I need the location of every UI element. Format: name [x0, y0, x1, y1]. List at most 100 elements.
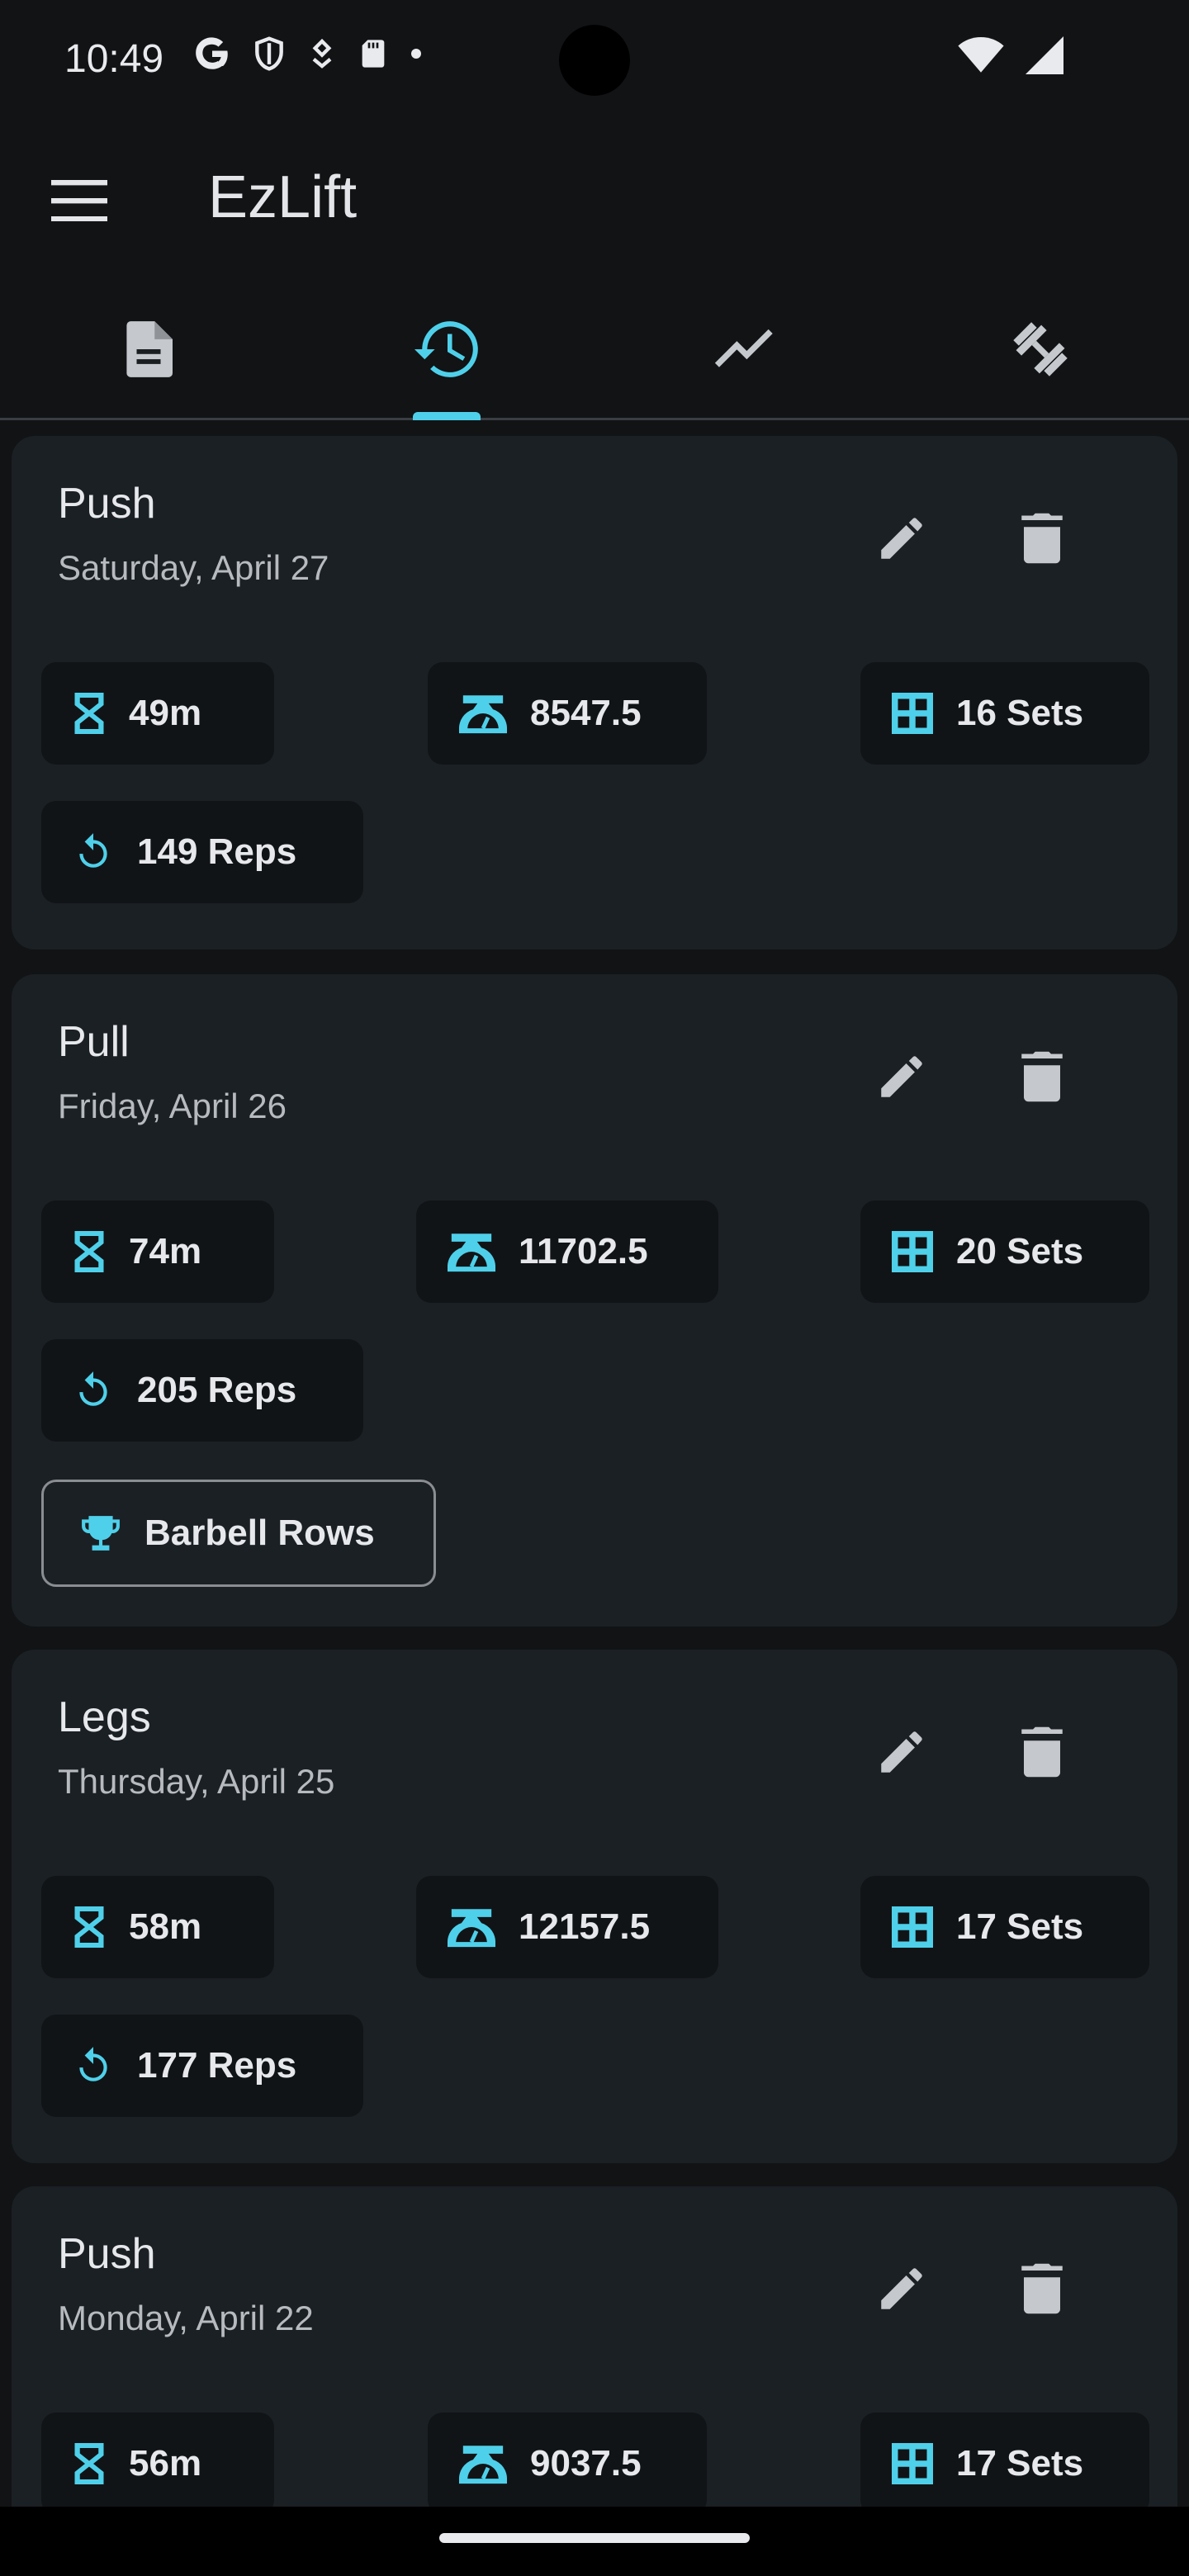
sets-value: 17 Sets [956, 2443, 1084, 2484]
sets-chip: 17 Sets [860, 2413, 1149, 2507]
dot-icon [411, 49, 421, 59]
reps-chip: 177 Reps [41, 2015, 363, 2117]
trash-icon [1021, 1726, 1063, 1778]
workout-title: Pull [58, 1018, 130, 1066]
sets-chip: 16 Sets [860, 662, 1149, 765]
workout-title: Legs [58, 1693, 151, 1741]
duration-value: 74m [129, 1231, 202, 1271]
edit-button[interactable] [865, 1716, 938, 1788]
trash-icon [1021, 2263, 1063, 2314]
personal-record-chip[interactable]: Barbell Rows [41, 1480, 436, 1587]
scale-icon [448, 1909, 495, 1948]
workout-date: Friday, April 26 [58, 1087, 287, 1125]
camera-cutout [559, 25, 630, 96]
delete-button[interactable] [1006, 502, 1078, 575]
tab-templates[interactable] [0, 281, 297, 418]
grid-icon [892, 1906, 933, 1948]
app-title: EzLift [208, 164, 358, 230]
scale-icon [448, 1234, 495, 1272]
scale-icon [459, 2446, 507, 2484]
history-icon [414, 321, 478, 377]
wifi-icon [958, 36, 1004, 73]
hourglass-icon [74, 1906, 104, 1948]
tab-bar [0, 281, 1189, 420]
workout-card[interactable]: Pull Friday, April 26 74m 11702.5 20 Set… [12, 974, 1177, 1627]
workout-title: Push [58, 480, 156, 528]
volume-chip: 9037.5 [428, 2413, 707, 2507]
trash-icon [1021, 1051, 1063, 1102]
reps-chip: 149 Reps [41, 801, 363, 903]
status-bar: 10:49 [0, 0, 1189, 116]
edit-icon [881, 518, 922, 559]
sd-card-icon [362, 40, 385, 68]
personal-record-exercise: Barbell Rows [144, 1513, 375, 1553]
edit-button[interactable] [865, 502, 938, 575]
workout-date: Monday, April 22 [58, 2299, 314, 2337]
scale-icon [459, 695, 507, 734]
chart-icon [715, 329, 773, 367]
hourglass-icon [74, 1231, 104, 1272]
volume-chip: 12157.5 [416, 1876, 718, 1978]
volume-value: 9037.5 [530, 2443, 642, 2484]
workout-date: Saturday, April 27 [58, 548, 329, 587]
app-bar: EzLift [0, 116, 1189, 281]
delete-button[interactable] [1006, 1040, 1078, 1113]
edit-button[interactable] [865, 1040, 938, 1113]
delete-button[interactable] [1006, 2252, 1078, 2325]
sets-value: 16 Sets [956, 693, 1084, 733]
sets-value: 20 Sets [956, 1231, 1084, 1271]
volume-value: 11702.5 [519, 1231, 648, 1271]
sets-chip: 17 Sets [860, 1876, 1149, 1978]
volume-chip: 11702.5 [416, 1200, 718, 1303]
edit-icon [881, 1731, 922, 1773]
volume-chip: 8547.5 [428, 662, 707, 765]
dumbbell-icon [1013, 322, 1068, 376]
hourglass-icon [74, 693, 104, 734]
grid-icon [892, 2443, 933, 2484]
refresh-icon [79, 833, 107, 868]
sets-chip: 20 Sets [860, 1200, 1149, 1303]
shield-icon [255, 36, 283, 71]
home-indicator[interactable] [439, 2533, 750, 2543]
duration-value: 49m [129, 693, 202, 733]
edit-icon [881, 1056, 922, 1097]
duration-chip: 74m [41, 1200, 274, 1303]
workout-card[interactable]: Push Saturday, April 27 49m 8547.5 16 Se… [12, 436, 1177, 949]
refresh-icon [79, 1371, 107, 1406]
reps-value: 205 Reps [137, 1370, 297, 1410]
workout-title: Push [58, 2230, 156, 2278]
sets-value: 17 Sets [956, 1906, 1084, 1947]
document-icon [126, 321, 173, 377]
trophy-icon [82, 1516, 120, 1551]
status-time: 10:49 [64, 37, 164, 81]
notification-icons [192, 33, 424, 74]
hourglass-icon [74, 2443, 104, 2484]
tab-exercises[interactable] [892, 281, 1189, 418]
edit-button[interactable] [865, 2252, 938, 2325]
volume-value: 8547.5 [530, 693, 642, 733]
duration-value: 58m [129, 1906, 202, 1947]
workout-date: Thursday, April 25 [58, 1762, 335, 1801]
duration-value: 56m [129, 2443, 202, 2484]
grid-icon [892, 1231, 933, 1272]
refresh-icon [79, 2047, 107, 2081]
reps-value: 177 Reps [137, 2045, 297, 2086]
workout-card[interactable]: Legs Thursday, April 25 58m 12157.5 17 S… [12, 1650, 1177, 2163]
tab-history[interactable] [299, 281, 596, 418]
reps-value: 149 Reps [137, 831, 297, 872]
duration-chip: 56m [41, 2413, 274, 2507]
workout-card[interactable]: Push Monday, April 22 56m 9037.5 17 Sets [12, 2186, 1177, 2507]
volume-value: 12157.5 [519, 1906, 651, 1947]
location-icon [312, 38, 332, 69]
system-icons [958, 36, 1065, 74]
edit-icon [881, 2268, 922, 2309]
delete-button[interactable] [1006, 1716, 1078, 1788]
google-icon [196, 37, 228, 69]
grid-icon [892, 693, 933, 734]
menu-icon[interactable] [51, 180, 107, 221]
duration-chip: 49m [41, 662, 274, 765]
trash-icon [1021, 513, 1063, 564]
reps-chip: 205 Reps [41, 1339, 363, 1442]
signal-icon [1026, 36, 1063, 74]
tab-charts[interactable] [596, 281, 893, 418]
